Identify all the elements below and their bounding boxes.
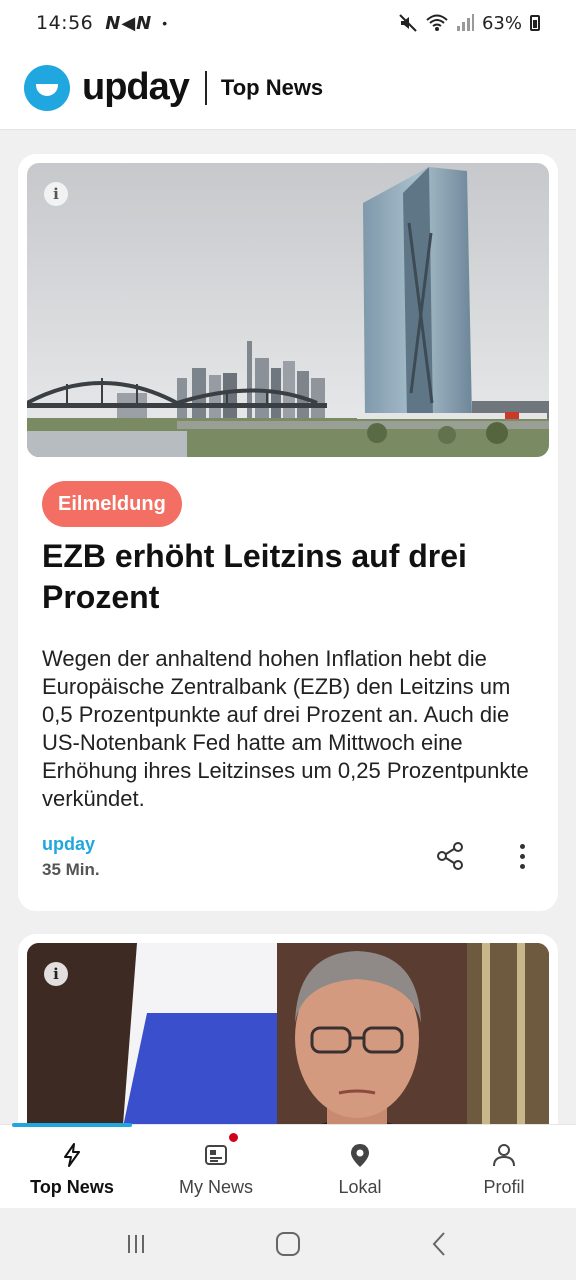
- lightning-icon: [64, 1143, 80, 1167]
- system-navigation-bar: [0, 1208, 576, 1280]
- share-button[interactable]: [432, 838, 468, 874]
- article-image[interactable]: i: [27, 943, 549, 1124]
- article-image[interactable]: i: [27, 163, 549, 457]
- app-header: upday Top News: [0, 46, 576, 130]
- notification-dot: [227, 1131, 240, 1144]
- article-card[interactable]: i Eilmeldung EZB erhöht Leitzins auf dre…: [18, 154, 558, 911]
- back-icon[interactable]: [425, 1229, 455, 1259]
- ecb-skyline-image: [27, 163, 549, 457]
- nav-label: Profil: [483, 1177, 525, 1197]
- recent-apps-icon[interactable]: [121, 1229, 151, 1259]
- nav-label: My News: [178, 1177, 253, 1197]
- person-icon: [493, 1144, 515, 1167]
- bottom-navigation: Top News My News Lokal Profil: [0, 1123, 576, 1208]
- signal-icon: [456, 14, 474, 31]
- wifi-icon: [426, 14, 448, 31]
- mute-icon: [399, 14, 417, 32]
- more-dot-icon: [519, 863, 525, 869]
- more-options-button[interactable]: [508, 838, 536, 874]
- notification-dot: •: [162, 15, 168, 31]
- location-pin-icon: [351, 1144, 369, 1167]
- info-icon[interactable]: i: [44, 182, 68, 206]
- news-icon: [205, 1145, 227, 1165]
- article-headline[interactable]: EZB erhöht Leitzins auf drei Prozent: [42, 536, 512, 618]
- more-dot-icon: [519, 843, 525, 849]
- breaking-news-badge: Eilmeldung: [42, 481, 182, 527]
- info-icon[interactable]: i: [44, 962, 68, 986]
- status-bar: 14:56 N◀N • 63%: [0, 0, 576, 46]
- nav-top-news[interactable]: Top News: [0, 1125, 144, 1208]
- share-icon: [437, 842, 463, 870]
- nav-label: Top News: [30, 1177, 114, 1197]
- brand-name: upday: [82, 66, 190, 108]
- nav-label: Lokal: [338, 1177, 382, 1197]
- nav-profil[interactable]: Profil: [432, 1125, 576, 1208]
- carrier-icons: N◀N: [105, 12, 153, 34]
- nav-lokal[interactable]: Lokal: [288, 1125, 432, 1208]
- section-title: Top News: [220, 74, 324, 100]
- article-card[interactable]: i: [18, 934, 558, 1124]
- status-time: 14:56: [36, 12, 94, 34]
- battery-icon: [530, 15, 540, 31]
- news-feed[interactable]: i Eilmeldung EZB erhöht Leitzins auf dre…: [0, 130, 576, 1124]
- upday-logo-icon: [24, 64, 70, 111]
- article-age: 35 Min.: [42, 860, 100, 879]
- article-summary[interactable]: Wegen der anhaltend hohen Inflation hebt…: [42, 645, 542, 813]
- home-icon[interactable]: [273, 1229, 303, 1259]
- article-source[interactable]: upday: [42, 834, 95, 855]
- battery-percent: 63%: [481, 12, 522, 34]
- portrait-flag-image: [27, 943, 549, 1124]
- more-dot-icon: [519, 853, 525, 859]
- nav-my-news[interactable]: My News: [144, 1125, 288, 1208]
- header-divider: [204, 70, 207, 105]
